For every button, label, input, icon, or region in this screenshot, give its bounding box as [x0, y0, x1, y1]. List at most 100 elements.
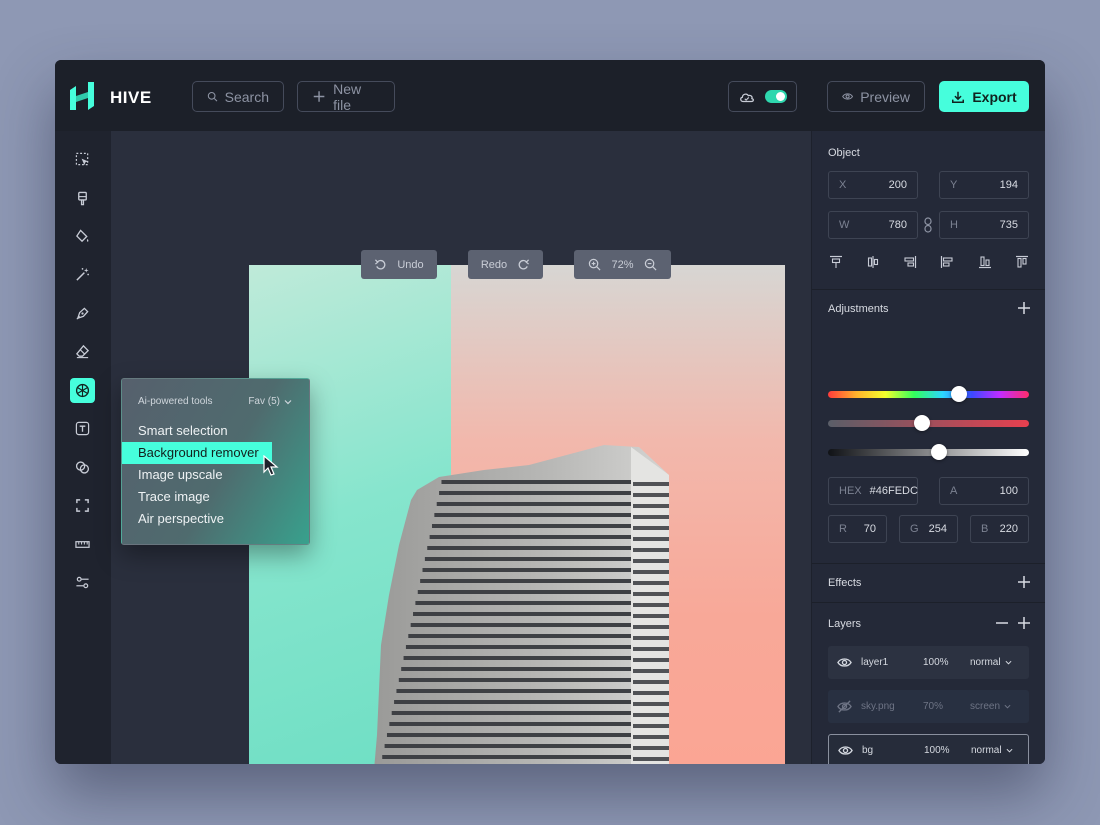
- tool-select[interactable]: [70, 147, 95, 172]
- r-value: 70: [863, 523, 876, 535]
- ai-item-background-remover[interactable]: Background remover: [122, 442, 272, 464]
- b-label: B: [981, 523, 989, 535]
- align-left-icon[interactable]: [940, 255, 954, 269]
- blue-field[interactable]: B 220: [970, 515, 1029, 543]
- layer-row[interactable]: sky.png 70% screen: [828, 690, 1029, 723]
- tool-brush[interactable]: [70, 186, 95, 211]
- tool-sidebar: [55, 131, 111, 764]
- sliders-icon: [76, 576, 89, 589]
- tool-magic-wand[interactable]: [70, 262, 95, 287]
- app-window: HIVE Search New file Preview Export Undo…: [55, 60, 1045, 764]
- x-field[interactable]: X 200: [828, 171, 918, 199]
- tool-settings[interactable]: [70, 570, 95, 595]
- layer-row[interactable]: bg 100% normal: [828, 734, 1029, 764]
- building-window-band: [441, 480, 631, 484]
- tool-pen[interactable]: [70, 301, 95, 326]
- building-window-band: [403, 656, 631, 660]
- preview-button[interactable]: Preview: [827, 81, 925, 112]
- fav-label: Fav (5): [248, 396, 280, 407]
- new-file-label: New file: [333, 80, 362, 113]
- green-field[interactable]: G 254: [899, 515, 958, 543]
- remove-layer-minus-icon[interactable]: [995, 616, 1009, 630]
- tool-eraser[interactable]: [70, 339, 95, 364]
- x-value: 200: [888, 179, 907, 191]
- ai-item-smart-selection[interactable]: Smart selection: [138, 423, 228, 438]
- tool-fill[interactable]: [70, 224, 95, 249]
- lightness-slider-knob[interactable]: [930, 444, 947, 460]
- saturation-slider[interactable]: [828, 415, 1029, 431]
- blend-mode-dropdown[interactable]: screen: [970, 701, 1011, 712]
- hex-field[interactable]: HEX #46FEDC: [828, 477, 918, 505]
- link-icon[interactable]: [922, 217, 934, 233]
- ai-item-image-upscale[interactable]: Image upscale: [138, 467, 223, 482]
- building-window-band: [633, 669, 669, 673]
- blend-mode-dropdown[interactable]: normal: [971, 745, 1013, 756]
- width-field[interactable]: W 780: [828, 211, 918, 239]
- fav-dropdown[interactable]: Fav (5): [248, 396, 292, 407]
- h-label: H: [950, 219, 958, 231]
- building-window-band: [431, 524, 631, 528]
- eye-icon[interactable]: [838, 743, 853, 758]
- preview-label: Preview: [860, 88, 910, 105]
- tool-ai[interactable]: [70, 378, 95, 403]
- plus-icon: [313, 91, 325, 102]
- ai-item-air-perspective[interactable]: Air perspective: [138, 511, 224, 526]
- artboard-image[interactable]: [249, 265, 785, 764]
- h-value: 735: [999, 219, 1018, 231]
- zoom-in-icon[interactable]: [588, 258, 601, 271]
- paint-bucket-icon: [76, 229, 89, 243]
- building-window-band: [633, 559, 669, 563]
- object-title: Object: [828, 147, 860, 159]
- redo-label: Redo: [480, 258, 508, 271]
- tool-ruler[interactable]: [70, 532, 95, 557]
- layer-name: layer1: [861, 657, 889, 668]
- ai-tools-popup: Ai-powered tools Fav (5) Smart selection…: [121, 378, 310, 545]
- hue-slider-knob[interactable]: [950, 386, 967, 402]
- y-field[interactable]: Y 194: [939, 171, 1029, 199]
- lightness-slider[interactable]: [828, 444, 1029, 460]
- add-layer-plus-icon[interactable]: [1017, 616, 1031, 630]
- redo-icon: [518, 259, 530, 270]
- align-right-icon[interactable]: [903, 255, 917, 269]
- zoom-control: 72%: [574, 250, 671, 279]
- search-button[interactable]: Search: [192, 81, 284, 112]
- align-horizontal-center-icon[interactable]: [866, 255, 880, 269]
- redo-button[interactable]: Redo: [468, 250, 543, 279]
- alpha-field[interactable]: A 100: [939, 477, 1029, 505]
- eye-icon[interactable]: [837, 655, 852, 670]
- blend-mode-dropdown[interactable]: normal: [970, 657, 1012, 668]
- align-bottom-icon[interactable]: [978, 255, 992, 269]
- cloud-sync-control[interactable]: [728, 81, 797, 112]
- layer-opacity: 100%: [924, 745, 950, 756]
- layer-name: bg: [862, 745, 874, 756]
- x-label: X: [839, 179, 847, 191]
- tool-crop[interactable]: [70, 493, 95, 518]
- export-button[interactable]: Export: [939, 81, 1029, 112]
- add-adjustment-plus-icon[interactable]: [1017, 301, 1031, 315]
- hue-slider[interactable]: [828, 386, 1029, 402]
- building-window-band: [434, 513, 631, 517]
- eye-off-icon[interactable]: [837, 699, 852, 714]
- building-window-band: [633, 592, 669, 596]
- tool-shapes[interactable]: [70, 455, 95, 480]
- align-top-icon[interactable]: [1015, 255, 1029, 269]
- g-label: G: [910, 523, 919, 535]
- search-label: Search: [224, 88, 269, 105]
- eye-icon: [842, 93, 854, 100]
- align-top-center-icon[interactable]: [829, 255, 843, 269]
- sync-toggle[interactable]: [765, 90, 787, 103]
- crop-frame-icon: [76, 499, 89, 512]
- height-field[interactable]: H 735: [939, 211, 1029, 239]
- undo-button[interactable]: Undo: [361, 250, 437, 279]
- saturation-slider-knob[interactable]: [914, 415, 931, 431]
- red-field[interactable]: R 70: [828, 515, 887, 543]
- blend-mode-label: normal: [970, 657, 1001, 668]
- tool-text[interactable]: [70, 416, 95, 441]
- layer-row[interactable]: layer1 100% normal: [828, 646, 1029, 679]
- building-window-band: [401, 667, 631, 671]
- add-effect-plus-icon[interactable]: [1017, 575, 1031, 589]
- zoom-out-icon[interactable]: [644, 258, 657, 271]
- ai-item-trace-image[interactable]: Trace image: [138, 489, 210, 504]
- building-window-band: [633, 724, 669, 728]
- new-file-button[interactable]: New file: [297, 80, 395, 113]
